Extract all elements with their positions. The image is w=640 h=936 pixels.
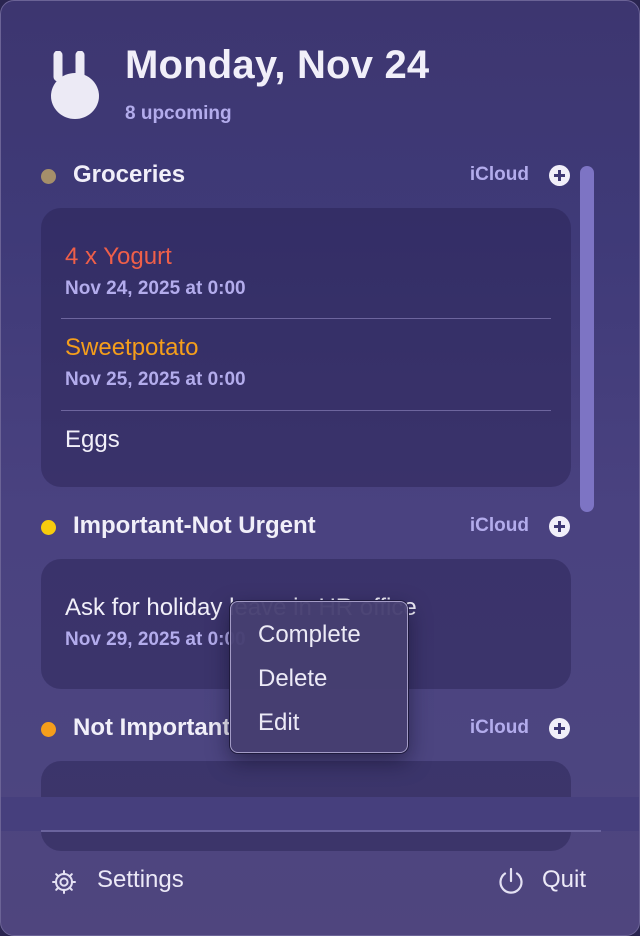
quit-label: Quit	[542, 866, 587, 893]
settings-button[interactable]: Settings	[49, 863, 209, 899]
item-divider	[61, 410, 551, 411]
menu-item-delete[interactable]: Delete	[231, 659, 407, 699]
reminder-title: 4 x Yogurt	[65, 243, 172, 270]
list-color-dot	[41, 520, 56, 535]
reminder-title: Sweetpotato	[65, 334, 199, 361]
reminder-item[interactable]: Eggs	[65, 425, 551, 455]
page-title: Monday, Nov 24	[125, 43, 430, 87]
list-color-dot	[41, 169, 56, 184]
footer-divider	[41, 830, 601, 832]
list-card-groceries: 4 x Yogurt Nov 24, 2025 at 0:00 Sweetpot…	[41, 208, 571, 487]
account-label: iCloud	[469, 515, 529, 536]
reminder-date: Nov 25, 2025 at 0:00	[65, 369, 246, 390]
reminder-date: Nov 24, 2025 at 0:00	[65, 278, 246, 299]
quit-button[interactable]: Quit	[495, 863, 599, 899]
reminders-popover: Monday, Nov 24 8 upcoming Groceries iClo…	[0, 0, 640, 936]
context-menu: Complete Delete Edit	[230, 601, 408, 753]
reminder-item[interactable]: 4 x Yogurt Nov 24, 2025 at 0:00	[65, 242, 551, 300]
settings-label: Settings	[97, 866, 184, 893]
scroll-area-bottom	[1, 797, 639, 831]
account-label: iCloud	[469, 717, 529, 738]
plus-circle-icon[interactable]	[549, 516, 570, 537]
scrollbar-thumb[interactable]	[580, 166, 594, 512]
reminder-item[interactable]: Sweetpotato Nov 25, 2025 at 0:00	[65, 333, 551, 391]
reminder-title: Eggs	[65, 426, 120, 453]
list-color-dot	[41, 722, 56, 737]
account-label: iCloud	[469, 164, 529, 185]
plus-circle-icon[interactable]	[549, 165, 570, 186]
list-title: Not Important	[73, 714, 231, 741]
upcoming-count: 8 upcoming	[125, 103, 232, 124]
bunny-logo-icon	[51, 51, 99, 119]
list-header-important-not-urgent: Important-Not Urgent iCloud	[41, 511, 571, 543]
menu-item-edit[interactable]: Edit	[231, 703, 407, 743]
power-icon	[499, 867, 523, 894]
menu-item-complete[interactable]: Complete	[231, 615, 407, 655]
item-divider	[61, 318, 551, 319]
gear-icon	[52, 870, 76, 894]
list-title: Groceries	[73, 161, 186, 188]
plus-circle-icon[interactable]	[549, 718, 570, 739]
list-title: Important-Not Urgent	[73, 512, 316, 539]
list-header-groceries: Groceries iCloud	[41, 160, 571, 192]
